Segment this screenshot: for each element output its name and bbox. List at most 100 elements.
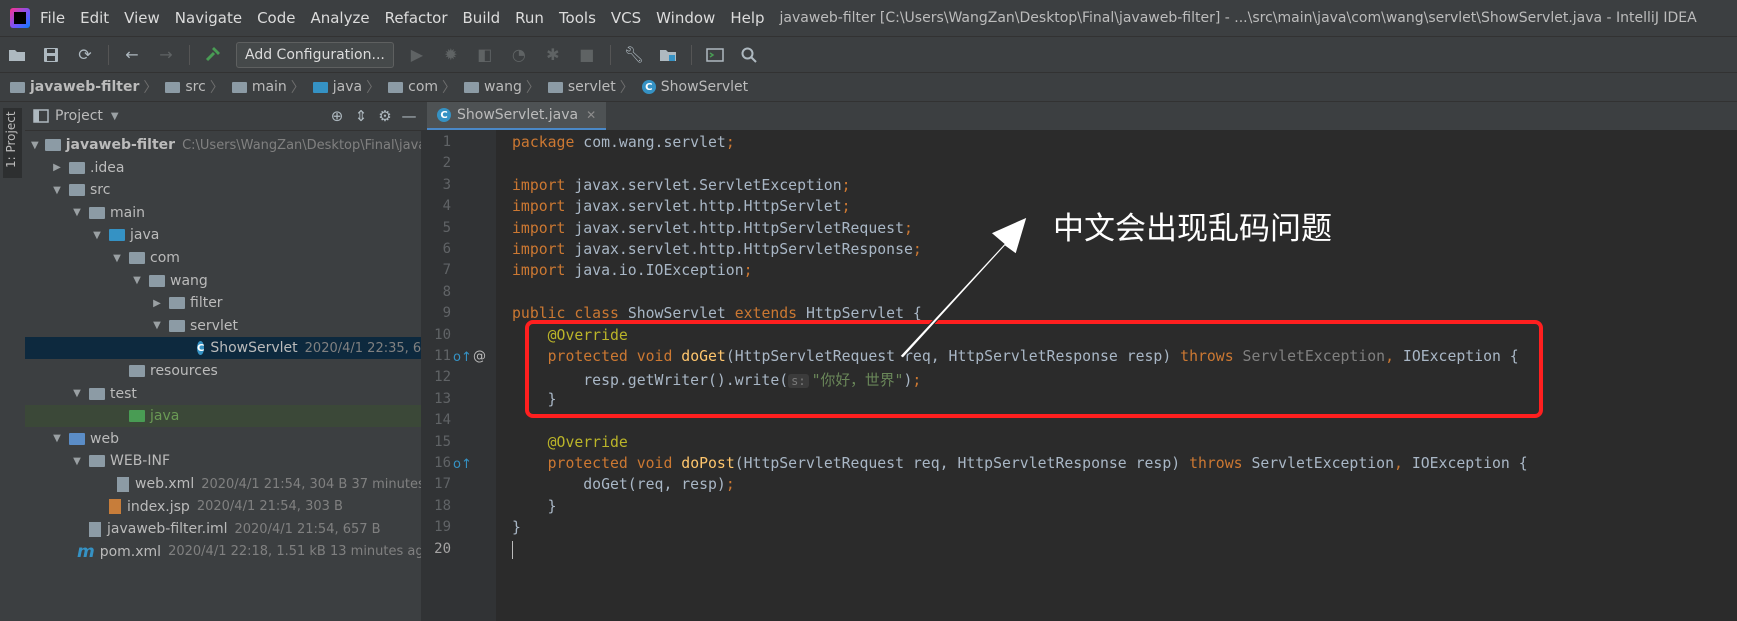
add-configuration-button[interactable]: Add Configuration...	[236, 41, 394, 68]
tree-item[interactable]: ▼ main	[25, 202, 421, 224]
tab-showservlet-java[interactable]: C ShowServlet.java ✕	[427, 102, 607, 131]
menu-vcs[interactable]: VCS	[611, 9, 641, 27]
collapse-arrow-icon[interactable]: ▶	[51, 162, 63, 173]
expand-arrow-icon[interactable]: ▼	[31, 140, 39, 151]
tree-item[interactable]: ▼ src	[25, 179, 421, 201]
tree-item[interactable]: resources	[25, 360, 421, 382]
chevron-down-icon[interactable]: ▼	[111, 111, 119, 122]
terminal-icon[interactable]	[704, 44, 726, 66]
tree-item[interactable]: ▼ servlet	[25, 315, 421, 337]
code-token: import	[512, 219, 575, 237]
expand-arrow-icon[interactable]: ▼	[151, 320, 163, 331]
breadcrumb-item[interactable]: java 〉	[307, 77, 382, 97]
search-icon[interactable]	[738, 44, 760, 66]
maven-icon: m	[77, 541, 95, 562]
expand-arrow-icon[interactable]: ▼	[71, 388, 83, 399]
menu-navigate[interactable]: Navigate	[175, 9, 242, 27]
project-panel-header: Project ▼ ⊕ ⇕ ⚙ —	[25, 102, 421, 131]
tree-item-label: javaweb-filter.iml	[107, 521, 228, 538]
breadcrumb-label: javaweb-filter	[30, 79, 140, 95]
stop-icon[interactable]: ■	[576, 44, 598, 66]
menu-help[interactable]: Help	[730, 9, 764, 27]
tree-item[interactable]: java	[25, 405, 421, 428]
run-icon[interactable]: ▶	[406, 44, 428, 66]
menu-code[interactable]: Code	[257, 9, 295, 27]
expand-arrow-icon[interactable]: ▼	[71, 207, 83, 218]
tree-item[interactable]: ▼ com	[25, 247, 421, 269]
expand-arrow-icon[interactable]: ▼	[131, 275, 143, 286]
tree-item[interactable]: ▼ test	[25, 383, 421, 405]
menu-analyze[interactable]: Analyze	[310, 9, 369, 27]
expand-arrow-icon[interactable]: ▼	[51, 185, 63, 196]
menu-view[interactable]: View	[124, 9, 160, 27]
project-tool-tab[interactable]: 1: Project	[3, 108, 22, 178]
expand-arrow-icon[interactable]: ▼	[51, 433, 63, 444]
menu-run[interactable]: Run	[515, 9, 544, 27]
debug-icon[interactable]: ✹	[440, 44, 462, 66]
menu-file[interactable]: File	[40, 9, 65, 27]
code-token: ;	[912, 241, 922, 258]
tree-item[interactable]: index.jsp 2020/4/1 21:54, 303 B	[25, 496, 421, 518]
highlight-box	[525, 320, 1543, 418]
gear-icon[interactable]: ⚙	[373, 107, 397, 125]
breadcrumb-item[interactable]: main 〉	[226, 77, 307, 97]
tree-item[interactable]: ▼ javaweb-filter C:\Users\WangZan\Desktop\…	[25, 134, 421, 156]
code-line: doGet(req, resp);	[512, 476, 734, 493]
folder-icon	[69, 432, 85, 445]
folder-icon	[129, 365, 145, 377]
menu-tools[interactable]: Tools	[559, 9, 596, 27]
folder-icon	[89, 206, 105, 219]
back-arrow-icon[interactable]: ←	[121, 44, 143, 66]
menu-refactor[interactable]: Refactor	[385, 9, 448, 27]
line-number: 8	[442, 283, 451, 300]
folder-icon	[44, 139, 61, 151]
attach-icon[interactable]: ✱	[542, 44, 564, 66]
sync-icon[interactable]: ⟳	[74, 44, 96, 66]
coverage-icon[interactable]: ◧	[474, 44, 496, 66]
minimize-icon[interactable]: —	[397, 107, 421, 125]
forward-arrow-icon[interactable]: →	[155, 44, 177, 66]
tree-item[interactable]: C ShowServlet 2020/4/1 22:35, 630	[25, 337, 421, 360]
tree-item[interactable]: web.xml 2020/4/1 21:54, 304 B 37 minutes …	[25, 473, 421, 495]
breadcrumb-item[interactable]: javaweb-filter 〉	[0, 77, 159, 97]
build-hammer-icon[interactable]	[202, 44, 224, 66]
menu-edit[interactable]: Edit	[80, 9, 109, 27]
tree-item[interactable]: javaweb-filter.iml 2020/4/1 21:54, 657 B	[25, 518, 421, 540]
code-line: import java.io.IOException;	[512, 262, 753, 279]
project-panel: Project ▼ ⊕ ⇕ ⚙ — ▼ javaweb-filter C:\User…	[25, 102, 421, 621]
breadcrumb-item[interactable]: C ShowServlet	[636, 79, 748, 95]
expand-arrow-icon[interactable]: ▼	[111, 253, 123, 264]
expand-arrow-icon[interactable]: ▼	[91, 230, 103, 241]
menu-window[interactable]: Window	[656, 9, 715, 27]
locate-target-icon[interactable]: ⊕	[325, 107, 349, 125]
code-line: package com.wang.servlet;	[512, 134, 735, 151]
jsp-file-icon	[109, 499, 121, 515]
breadcrumb-item[interactable]: wang 〉	[458, 77, 542, 97]
tree-item[interactable]: ▶ .idea	[25, 157, 421, 179]
menu-build[interactable]: Build	[463, 9, 501, 27]
project-panel-title[interactable]: Project	[55, 108, 103, 124]
open-folder-icon[interactable]	[6, 44, 28, 66]
close-icon[interactable]: ✕	[586, 108, 596, 122]
collapse-arrow-icon[interactable]: ▶	[151, 298, 163, 309]
save-icon[interactable]	[40, 44, 62, 66]
override-method-icon[interactable]: o↑	[453, 350, 472, 365]
breadcrumb-item[interactable]: servlet 〉	[542, 77, 636, 97]
tree-item[interactable]: ▼ web	[25, 428, 421, 450]
project-structure-icon[interactable]	[657, 44, 679, 66]
tree-item[interactable]: ▶ filter	[25, 292, 421, 314]
override-method-icon[interactable]: o↑	[453, 457, 472, 472]
tree-item-label: .idea	[90, 159, 125, 176]
tree-item-meta: 2020/4/1 21:54, 304 B 37 minutes ago	[201, 476, 421, 492]
expand-arrow-icon[interactable]: ▼	[71, 456, 83, 467]
tree-item[interactable]: ▼ java	[25, 224, 421, 246]
wrench-settings-icon[interactable]: 🔧︎	[623, 44, 645, 66]
annotation-gutter-icon[interactable]: @	[473, 349, 486, 364]
breadcrumb-item[interactable]: src 〉	[159, 77, 225, 97]
collapse-all-icon[interactable]: ⇕	[349, 107, 373, 125]
tree-item[interactable]: ▼ WEB-INF	[25, 450, 421, 472]
tree-item[interactable]: m pom.xml 2020/4/1 22:18, 1.51 kB 13 minut…	[25, 541, 421, 563]
breadcrumb-item[interactable]: com 〉	[382, 77, 458, 97]
tree-item[interactable]: ▼ wang	[25, 270, 421, 292]
profile-icon[interactable]: ◔	[508, 44, 530, 66]
